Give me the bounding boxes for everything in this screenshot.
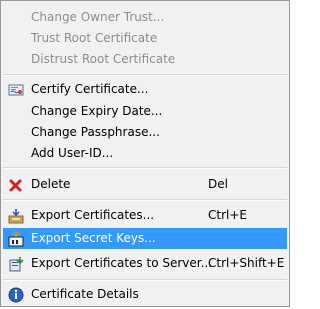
export-secret-keys-icon (8, 231, 24, 247)
menu-item-label: Certify Certificate... (31, 82, 149, 96)
menu-item-shortcut: Ctrl+E (208, 208, 247, 222)
menu-item-export-certificates[interactable]: Export Certificates... Ctrl+E (3, 205, 287, 226)
menu-item-change-owner-trust: Change Owner Trust... (3, 7, 287, 28)
menu-item-label: Distrust Root Certificate (31, 52, 176, 66)
menu-item-change-passphrase[interactable]: Change Passphrase... (3, 122, 287, 143)
menu-item-label: Export Certificates... (31, 208, 155, 222)
export-server-icon (8, 256, 24, 272)
menu-separator (3, 279, 287, 281)
menu-item-label: Change Expiry Date... (31, 104, 163, 118)
menu-item-export-certificates-to-server[interactable]: Export Certificates to Server... Ctrl+Sh… (3, 253, 287, 274)
menu-item-label: Trust Root Certificate (31, 31, 158, 45)
menu-item-certify-certificate[interactable]: Certify Certificate... (3, 79, 287, 100)
menu-item-label: Change Passphrase... (31, 125, 160, 139)
menu-item-change-expiry-date[interactable]: Change Expiry Date... (3, 101, 287, 122)
menu-item-label: Export Certificates to Server... (31, 256, 213, 270)
menu-item-label: Change Owner Trust... (31, 10, 165, 24)
menu-item-certificate-details[interactable]: Certificate Details (3, 284, 287, 305)
delete-icon (8, 177, 24, 193)
menu-item-label: Delete (31, 177, 71, 191)
menu-item-trust-root-certificate: Trust Root Certificate (3, 28, 287, 49)
menu-item-distrust-root-certificate: Distrust Root Certificate (3, 49, 287, 70)
info-icon (8, 287, 24, 303)
menu-separator (3, 74, 287, 76)
certify-icon (8, 82, 24, 98)
menu-item-label: Add User-ID... (31, 146, 114, 160)
menu-item-export-secret-keys[interactable]: Export Secret Keys... (3, 228, 287, 249)
menu-item-label: Export Secret Keys... (31, 231, 156, 245)
menu-item-label: Certificate Details (31, 287, 139, 301)
menu-item-shortcut: Ctrl+Shift+E (208, 256, 285, 270)
export-icon (8, 208, 24, 224)
menu-separator (3, 199, 287, 201)
menu-item-add-user-id[interactable]: Add User-ID... (3, 143, 287, 164)
menu-separator (3, 167, 287, 169)
menu-item-delete[interactable]: Delete Del (3, 174, 287, 195)
menu-item-shortcut: Del (208, 177, 228, 191)
context-menu: Change Owner Trust... Trust Root Certifi… (0, 0, 290, 307)
